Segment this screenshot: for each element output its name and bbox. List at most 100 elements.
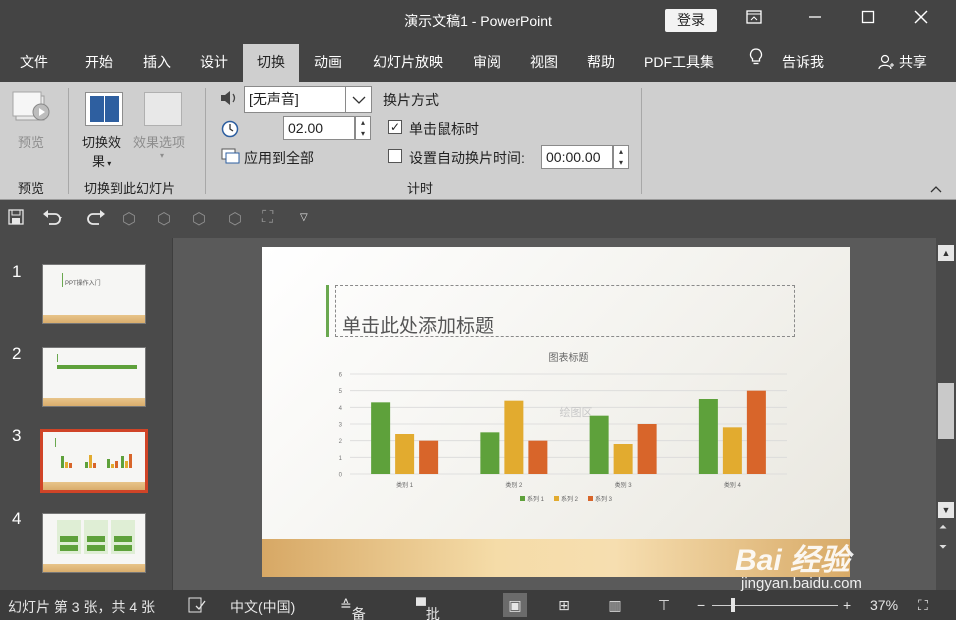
undo-icon[interactable]	[42, 209, 64, 230]
reading-view-icon[interactable]: ▥	[603, 593, 627, 617]
current-slide[interactable]: 单击此处添加标题 图表标题 0 1 2 3 4 5 6 绘图区 类别 1 类别 2 类别 3 类别 4系…	[262, 247, 850, 577]
apply-to-all-button[interactable]: 应用到全部	[244, 148, 314, 168]
bar	[504, 400, 524, 474]
sound-value: [无声音]	[249, 91, 299, 107]
preview-icon[interactable]	[12, 90, 52, 126]
tab-view[interactable]: 视图	[518, 44, 570, 82]
on-click-checkbox[interactable]: ✓	[388, 120, 402, 134]
minimize-icon[interactable]	[800, 8, 830, 32]
chart[interactable]: 图表标题 0 1 2 3 4 5 6 绘图区类别 1 类别 2 类别 3 类别 4 系列 1 系列 2 系列…	[262, 247, 850, 577]
effect-options-dropdown-icon[interactable]: ▾	[160, 151, 164, 160]
effect-options-icon[interactable]	[144, 92, 182, 126]
tab-animations[interactable]: 动画	[302, 44, 354, 82]
y-tick-label: 1	[339, 456, 343, 462]
watermark-url: jingyan.baidu.com	[741, 575, 862, 592]
notes-label: 备注	[351, 606, 366, 620]
bar	[746, 390, 766, 474]
quick-access-toolbar: ⬡ ⬡ ⬡ ⬡ ⛶ ▽	[0, 200, 956, 238]
notes-button[interactable]: ≙ 备注	[340, 597, 366, 620]
slide-sorter-icon[interactable]: ⊞	[552, 593, 576, 617]
shape-icon[interactable]: ⬡	[122, 209, 136, 229]
maximize-icon[interactable]	[853, 8, 883, 32]
collapse-ribbon-icon[interactable]	[929, 182, 943, 197]
preview-button[interactable]: 预览	[18, 132, 44, 151]
group-divider	[641, 88, 642, 194]
slide-thumbnail[interactable]	[42, 347, 146, 407]
tab-help[interactable]: 帮助	[575, 44, 627, 82]
slide-thumbnail-selected[interactable]	[40, 429, 148, 493]
share-label: 共享	[898, 54, 927, 70]
preview-group-label: 预览	[18, 181, 45, 196]
scroll-down-icon[interactable]: ▼	[938, 502, 954, 518]
transition-effect-icon[interactable]	[85, 92, 123, 126]
previous-slide-icon[interactable]: ⏶	[939, 522, 947, 533]
y-tick-label: 5	[339, 389, 343, 395]
zoom-level[interactable]: 37%	[870, 597, 898, 613]
auto-advance-label: 设置自动换片时间:	[409, 150, 525, 166]
comments-button[interactable]: ▀ 批注	[416, 597, 440, 620]
bar	[371, 402, 391, 474]
slide-thumbnail[interactable]	[42, 513, 146, 573]
x-tick-label: 类别 2	[505, 481, 523, 489]
sound-dropdown[interactable]: [无声音]	[244, 86, 372, 113]
save-icon[interactable]	[8, 209, 24, 230]
shape-icon[interactable]: ⬡	[192, 209, 206, 229]
bar	[698, 399, 718, 474]
zoom-out-icon[interactable]: −	[697, 597, 705, 613]
slide-thumbnail[interactable]: PPT操作入门	[42, 264, 146, 324]
next-slide-icon[interactable]: ⏷	[939, 542, 947, 553]
shape-web-icon[interactable]: ⬡	[228, 209, 242, 229]
watermark-main: Bai 经验	[735, 544, 851, 577]
vertical-scrollbar[interactable]: ▲ ▼ ⏶ ⏷	[936, 238, 956, 590]
scroll-up-icon[interactable]: ▲	[938, 245, 954, 261]
thumbnail-title: PPT操作入门	[65, 281, 101, 287]
tab-design[interactable]: 设计	[188, 44, 240, 82]
login-button[interactable]: 登录	[665, 9, 717, 32]
redo-icon[interactable]	[86, 209, 106, 230]
chevron-down-icon[interactable]	[345, 87, 371, 112]
ribbon-display-options-icon[interactable]	[739, 8, 769, 32]
share-button[interactable]: 共享	[870, 44, 934, 82]
auto-advance-time-input[interactable]: 00:00.00	[541, 145, 613, 169]
zoom-slider-thumb[interactable]	[731, 598, 735, 612]
y-tick-label: 2	[339, 439, 343, 445]
status-bar: 幻灯片 第 3 张，共 4 张 中文(中国) ≙ 备注 ▀ 批注 ▣ ⊞ ▥ ⊤…	[0, 590, 956, 620]
slideshow-view-icon[interactable]: ⊤	[652, 593, 676, 617]
tab-insert[interactable]: 插入	[131, 44, 183, 82]
fit-to-window-icon[interactable]: ⛶	[918, 597, 928, 614]
spell-check-icon[interactable]	[188, 597, 206, 616]
tab-file[interactable]: 文件	[8, 44, 60, 82]
effect-options-button[interactable]: 效果选项	[133, 132, 185, 151]
on-click-label: 单击鼠标时	[409, 121, 479, 137]
star-frame-icon[interactable]: ⛶	[262, 209, 273, 227]
tab-home[interactable]: 开始	[73, 44, 125, 82]
shape-icon[interactable]: ⬡	[157, 209, 171, 229]
auto-advance-spinner[interactable]: ▴ ▾	[613, 145, 629, 169]
zoom-in-icon[interactable]: +	[843, 597, 851, 613]
slide-thumbnail-panel: 1 PPT操作入门 2 3 4	[0, 238, 172, 590]
normal-view-icon[interactable]: ▣	[503, 593, 527, 617]
slide-number: 1	[12, 262, 22, 281]
tell-me-search[interactable]: 告诉我	[775, 44, 831, 82]
auto-advance-checkbox[interactable]	[388, 149, 402, 163]
duration-input[interactable]: 02.00	[283, 116, 355, 140]
transition-group-label: 切换到此幻灯片	[84, 181, 176, 196]
duration-spinner[interactable]: ▴ ▾	[355, 116, 371, 140]
x-tick-label: 类别 3	[615, 481, 633, 489]
sound-icon	[219, 89, 239, 110]
apply-to-all-icon	[221, 148, 241, 169]
scroll-thumb[interactable]	[938, 383, 954, 439]
lightbulb-icon[interactable]	[745, 44, 767, 82]
ribbon-tabs: 文件 开始 插入 设计 切换 动画 幻灯片放映 审阅 视图 帮助 PDF工具集 …	[0, 40, 956, 82]
tab-pdf-tools[interactable]: PDF工具集	[636, 44, 722, 82]
tab-transitions[interactable]: 切换	[243, 44, 299, 82]
tab-review[interactable]: 审阅	[461, 44, 513, 82]
customize-toolbar-icon[interactable]: ▽	[300, 212, 308, 223]
transition-effects-button[interactable]: 切换效	[82, 132, 121, 151]
tab-slideshow[interactable]: 幻灯片放映	[363, 44, 453, 82]
close-icon[interactable]	[906, 8, 936, 32]
legend-swatch	[588, 496, 593, 501]
y-tick-label: 3	[339, 423, 343, 429]
language-indicator[interactable]: 中文(中国)	[230, 597, 295, 617]
legend-label: 系列 1	[527, 495, 545, 503]
